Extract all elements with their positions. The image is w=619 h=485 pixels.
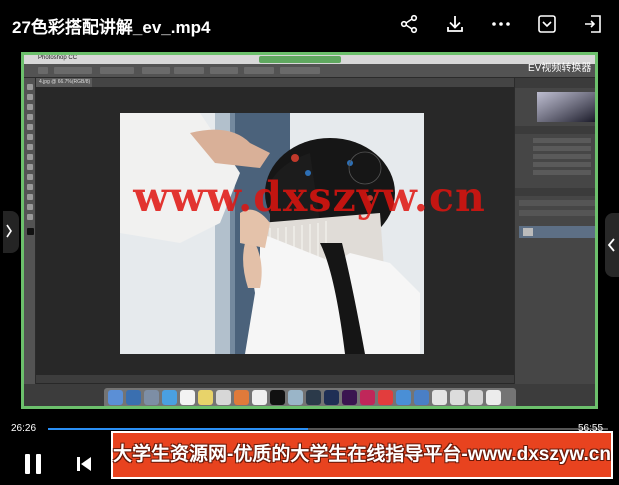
side-panel-toggle[interactable] [605,213,619,277]
ps-options-bar [24,64,595,78]
pause-icon[interactable] [22,452,44,476]
ad-banner-text: 大学生资源网-优质的大学生在线指导平台-www.dxszyw.cn [113,444,611,465]
video-title: 27色彩搭配讲解_ev_.mp4 [12,18,211,37]
more-icon[interactable] [485,8,517,40]
screenshot-icon[interactable] [531,8,563,40]
video-frame[interactable]: Photoshop CC 4.jpg @ 66.7%(RGB/8) EV视频转换… [21,52,598,409]
ps-menubar: Photoshop CC [24,55,595,64]
watermark: www.dxszyw.cn [133,173,486,221]
ps-app-name: Photoshop CC [38,55,78,61]
progress-fill [48,428,308,430]
ad-banner[interactable]: 大学生资源网-优质的大学生在线指导平台-www.dxszyw.cn [111,431,613,479]
video-player: 27色彩搭配讲解_ev_.mp4 Photoshop CC 4.jpg @ 66… [0,0,619,485]
mac-dock [104,388,516,406]
top-bar: 27色彩搭配讲解_ev_.mp4 [0,0,619,48]
ps-tabbar: 4.jpg @ 66.7%(RGB/8) [36,78,514,87]
ev-converter-label: EV视频转换器 [528,63,592,74]
current-time: 26:26 [11,423,37,434]
previous-icon[interactable] [74,455,94,473]
share-icon[interactable] [393,8,425,40]
ps-toolbar [24,78,36,384]
download-icon[interactable] [439,8,471,40]
lock-icon[interactable] [3,211,19,253]
exit-fullscreen-icon[interactable] [577,8,609,40]
ps-panels [514,78,595,384]
photo [120,113,424,354]
ps-status-badge [259,56,341,63]
progress-track[interactable] [48,428,608,430]
ps-status-bar [36,375,514,383]
top-actions [393,8,609,40]
ps-doc-tab: 4.jpg @ 66.7%(RGB/8) [36,78,92,87]
ps-canvas [36,87,514,384]
